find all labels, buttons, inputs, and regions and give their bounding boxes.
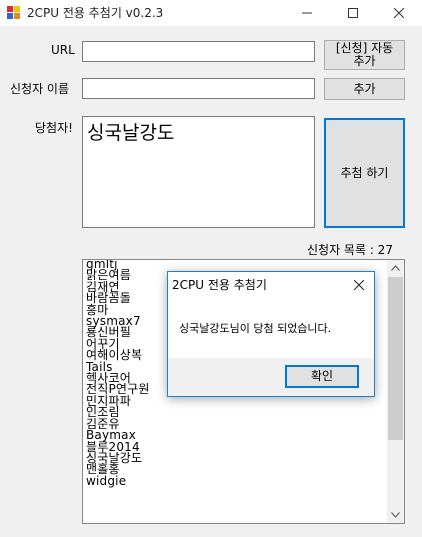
- winner-label: 당첨자!: [35, 121, 73, 135]
- draw-button[interactable]: 추첨 하기: [324, 118, 405, 228]
- scroll-down-icon[interactable]: [391, 512, 400, 518]
- close-button[interactable]: [376, 0, 422, 26]
- maximize-button[interactable]: [330, 0, 376, 26]
- dialog-title: 2CPU 전용 추첨기: [172, 278, 267, 292]
- title-bar: 2CPU 전용 추첨기 v0.2.3: [0, 0, 422, 26]
- scroll-thumb[interactable]: [388, 277, 403, 440]
- close-icon: [354, 280, 364, 290]
- app-icon: [7, 6, 20, 19]
- ok-button[interactable]: 확인: [285, 365, 359, 388]
- list-scrollbar[interactable]: [387, 260, 404, 523]
- dialog-footer: 확인: [168, 358, 374, 396]
- auto-add-button[interactable]: [신청] 자동 추가: [324, 40, 405, 70]
- minimize-button[interactable]: [284, 0, 330, 26]
- url-input[interactable]: [82, 41, 315, 62]
- window-title: 2CPU 전용 추첨기 v0.2.3: [27, 6, 164, 20]
- applicant-list-items: gmltj 맑은여름 김재연 바람꼼돌 흥마 sysmax7 룡신버필 어꾸기 여해이상복 Tai…: [86, 260, 150, 487]
- applicant-name-input[interactable]: [82, 78, 315, 99]
- list-item[interactable]: widgie: [86, 474, 150, 487]
- auto-add-button-label-2: 추가: [353, 54, 376, 68]
- close-icon: [394, 8, 404, 18]
- applicant-label: 신청자 이름: [10, 82, 70, 96]
- dialog-close-button[interactable]: [344, 272, 374, 298]
- applicant-count-label: 신청자 목록 : 27: [307, 243, 393, 257]
- message-dialog: 2CPU 전용 추첨기 싱국날강도님이 당첨 되었습니다. 확인: [167, 271, 375, 397]
- maximize-icon: [348, 8, 358, 18]
- add-button[interactable]: 추가: [324, 78, 405, 100]
- dialog-message: 싱국날강도님이 당첨 되었습니다.: [179, 322, 332, 335]
- url-label: URL: [51, 43, 75, 57]
- minimize-icon: [302, 12, 312, 14]
- scroll-up-icon[interactable]: [391, 265, 400, 271]
- winner-display[interactable]: 싱국날강도: [82, 116, 315, 228]
